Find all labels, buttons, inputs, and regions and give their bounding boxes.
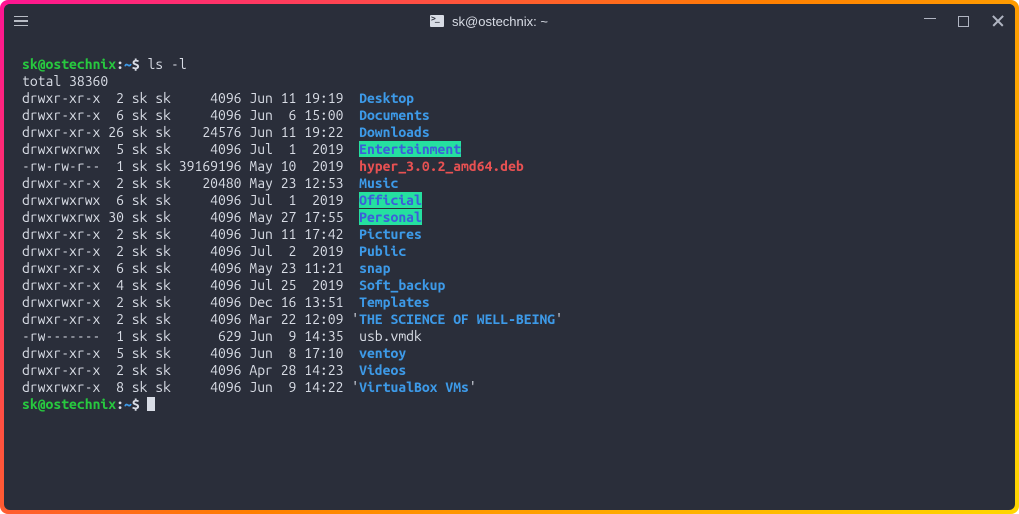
file-name: Soft_backup	[359, 277, 445, 293]
prompt-user: sk	[22, 56, 38, 72]
file-name: Personal	[359, 209, 422, 225]
listing-row: drwxr-xr-x 2 sk sk 4096 Mar 22 12:09 'TH…	[22, 311, 997, 328]
file-name: Entertainment	[359, 141, 461, 157]
listing-row: drwxr-xr-x 26 sk sk 24576 Jun 11 19:22 D…	[22, 124, 997, 141]
window-title-text: sk@ostechnix: ~	[452, 14, 548, 29]
file-name: THE SCIENCE OF WELL-BEING	[359, 311, 555, 327]
prompt-line-2: sk@ostechnix:~$	[22, 396, 997, 413]
prompt-path: ~	[124, 56, 132, 72]
listing-row: drwxr-xr-x 6 sk sk 4096 Jun 6 15:00 Docu…	[22, 107, 997, 124]
prompt-host: ostechnix	[46, 56, 117, 72]
window-frame: sk@ostechnix: ~ sk@ostechnix:~$ ls -ltot…	[0, 0, 1019, 514]
listing-row: drwxr-xr-x 4 sk sk 4096 Jul 25 2019 Soft…	[22, 277, 997, 294]
listing-row: drwxrwxrwx 5 sk sk 4096 Jul 1 2019 Enter…	[22, 141, 997, 158]
file-name: Templates	[359, 294, 430, 310]
listing-row: drwxr-xr-x 2 sk sk 4096 Jul 2 2019 Publi…	[22, 243, 997, 260]
listing-row: drwxr-xr-x 2 sk sk 20480 May 23 12:53 Mu…	[22, 175, 997, 192]
file-name: Downloads	[359, 124, 430, 140]
cursor	[147, 397, 155, 411]
listing-row: drwxrwxr-x 8 sk sk 4096 Jun 9 14:22 'Vir…	[22, 379, 997, 396]
listing-row: drwxr-xr-x 2 sk sk 4096 Jun 11 19:19 Des…	[22, 90, 997, 107]
listing-row: drwxrwxr-x 2 sk sk 4096 Dec 16 13:51 Tem…	[22, 294, 997, 311]
file-name: VirtualBox VMs	[359, 379, 469, 395]
file-name: Official	[359, 192, 422, 208]
titlebar-title: sk@ostechnix: ~	[54, 14, 924, 29]
listing-row: drwxr-xr-x 6 sk sk 4096 May 23 11:21 sna…	[22, 260, 997, 277]
maximize-button[interactable]	[958, 16, 969, 27]
terminal-window: sk@ostechnix: ~ sk@ostechnix:~$ ls -ltot…	[4, 4, 1015, 510]
listing-row: -rw------- 1 sk sk 629 Jun 9 14:35 usb.v…	[22, 328, 997, 345]
file-name: ventoy	[359, 345, 406, 361]
listing-row: drwxr-xr-x 5 sk sk 4096 Jun 8 17:10 vent…	[22, 345, 997, 362]
file-name: hyper_3.0.2_amd64.deb	[359, 158, 524, 174]
close-button[interactable]	[991, 14, 1005, 28]
file-name: Music	[359, 175, 398, 191]
prompt-line: sk@ostechnix:~$ ls -l	[22, 56, 997, 73]
file-name: Documents	[359, 107, 430, 123]
menu-icon[interactable]	[14, 16, 28, 26]
listing-row: drwxr-xr-x 2 sk sk 4096 Apr 28 14:23 Vid…	[22, 362, 997, 379]
titlebar[interactable]: sk@ostechnix: ~	[4, 4, 1015, 38]
listing-row: drwxr-xr-x 2 sk sk 4096 Jun 11 17:42 Pic…	[22, 226, 997, 243]
minimize-button[interactable]	[924, 18, 936, 19]
file-name: Desktop	[359, 90, 414, 106]
total-line: total 38360	[22, 73, 997, 90]
file-name: usb.vmdk	[359, 328, 422, 344]
listing-row: -rw-rw-r-- 1 sk sk 39169196 May 10 2019 …	[22, 158, 997, 175]
terminal-icon	[430, 15, 444, 27]
listing-row: drwxrwxrwx 6 sk sk 4096 Jul 1 2019 Offic…	[22, 192, 997, 209]
file-name: Pictures	[359, 226, 422, 242]
file-name: snap	[359, 260, 390, 276]
command-text: ls -l	[147, 56, 186, 72]
listing-row: drwxrwxrwx 30 sk sk 4096 May 27 17:55 Pe…	[22, 209, 997, 226]
terminal-body[interactable]: sk@ostechnix:~$ ls -ltotal 38360drwxr-xr…	[4, 38, 1015, 510]
file-name: Videos	[359, 362, 406, 378]
file-name: Public	[359, 243, 406, 259]
